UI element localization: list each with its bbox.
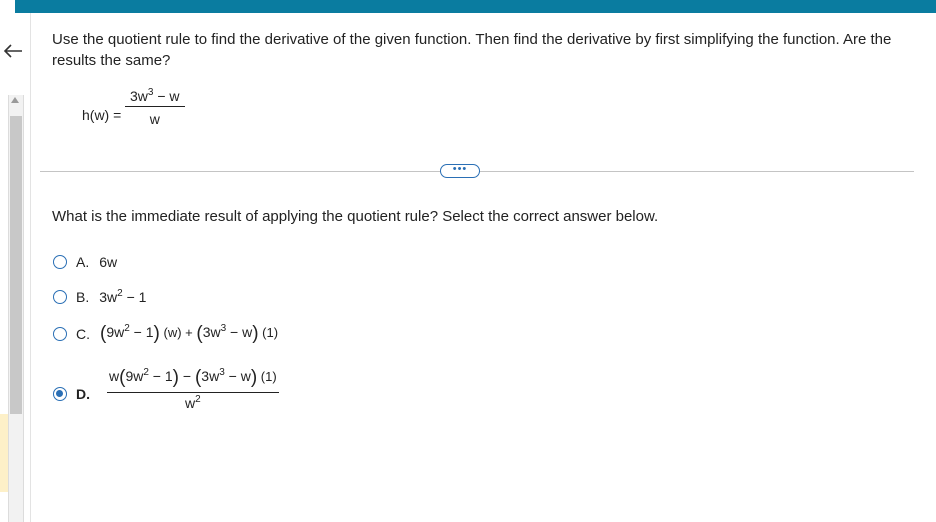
expand-more-button[interactable]: ••• bbox=[440, 164, 480, 178]
function-fraction: 3w3 − w w bbox=[125, 88, 185, 127]
option-letter: D. bbox=[76, 386, 90, 402]
question-text: Use the quotient rule to find the deriva… bbox=[52, 31, 892, 69]
option-letter: A. bbox=[76, 254, 90, 270]
option-b[interactable]: B. 3w2 − 1 bbox=[53, 289, 146, 305]
top-banner bbox=[15, 0, 936, 13]
option-expression: 3w2 − 1 bbox=[99, 288, 147, 306]
option-text: 6w bbox=[99, 254, 118, 270]
function-numerator: 3w3 − w bbox=[130, 87, 180, 105]
back-arrow-icon[interactable] bbox=[2, 40, 24, 62]
option-a[interactable]: A. 6w bbox=[53, 254, 117, 270]
option-d[interactable]: D. bbox=[53, 386, 100, 402]
option-letter: C. bbox=[76, 326, 90, 342]
option-c[interactable]: C. (9w2 − 1) (w) + (3w3 − w) (1) bbox=[53, 323, 278, 345]
scroll-up-arrow-icon[interactable] bbox=[11, 97, 19, 103]
option-d-denominator: w2 bbox=[184, 394, 201, 412]
option-letter: B. bbox=[76, 289, 90, 305]
radio-button[interactable] bbox=[53, 255, 67, 269]
radio-button[interactable] bbox=[53, 327, 67, 341]
prompt-text: What is the immediate result of applying… bbox=[52, 208, 659, 225]
radio-button-selected[interactable] bbox=[53, 387, 67, 401]
option-d-numerator: w(9w2 − 1) − (3w3 − w) (1) bbox=[109, 367, 277, 388]
scrollbar-thumb[interactable] bbox=[10, 116, 22, 414]
option-d-fraction: w(9w2 − 1) − (3w3 − w) (1) w2 bbox=[107, 367, 279, 411]
content-border bbox=[30, 13, 31, 522]
function-label: h(w) = bbox=[82, 107, 122, 123]
option-expression: (9w2 − 1) (w) + (3w3 − w) (1) bbox=[100, 323, 279, 344]
scroll-highlight bbox=[0, 414, 8, 492]
function-denominator: w bbox=[149, 111, 160, 127]
radio-button[interactable] bbox=[53, 290, 67, 304]
